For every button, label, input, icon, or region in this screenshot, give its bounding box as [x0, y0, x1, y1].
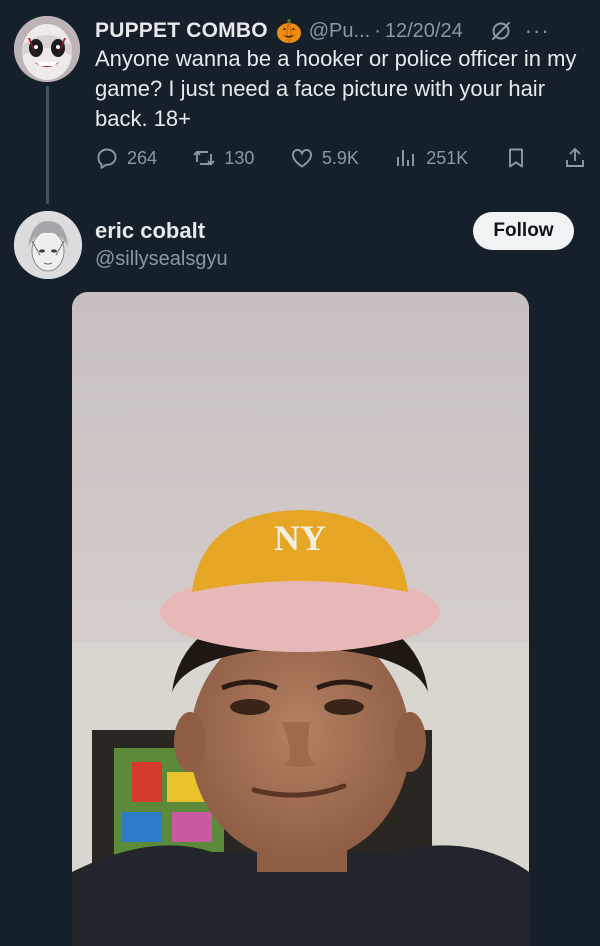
reply-count: 264	[127, 147, 158, 168]
repost-button[interactable]: 130	[192, 146, 254, 170]
bookmark-button[interactable]	[504, 146, 528, 170]
grok-icon[interactable]	[489, 19, 513, 43]
op-handle[interactable]: @Pu...	[309, 20, 370, 43]
reply-photo[interactable]: NY	[72, 292, 529, 946]
share-button[interactable]	[563, 146, 587, 170]
op-date[interactable]: 12/20/24	[385, 20, 463, 43]
tweet-action-bar: 264 130 5.9K 251K	[95, 142, 587, 174]
op-avatar[interactable]	[14, 16, 80, 82]
reply-display-name[interactable]: eric cobalt	[95, 218, 205, 244]
views-chart-icon	[397, 150, 415, 166]
selfie-photo-image: NY	[72, 292, 529, 946]
repost-count: 130	[224, 147, 255, 168]
reply-icon	[97, 148, 117, 169]
op-tweet-text: Anyone wanna be a hooker or police offic…	[95, 46, 577, 131]
header-separator: ·	[374, 19, 381, 42]
share-icon	[566, 147, 584, 167]
reply-avatar[interactable]	[14, 211, 82, 279]
sketch-portrait-image	[14, 211, 82, 279]
reply-button[interactable]: 264	[95, 146, 157, 170]
repost-icon	[193, 150, 216, 166]
like-button[interactable]: 5.9K	[290, 146, 359, 170]
more-options-icon[interactable]: ···	[525, 18, 550, 44]
view-count: 251K	[426, 147, 469, 168]
clown-mask-image	[14, 16, 80, 82]
op-tweet-header: PUPPET COMBO @Pu... · 12/20/24 ···	[95, 14, 586, 48]
follow-button[interactable]: Follow	[473, 212, 574, 250]
heart-icon	[291, 149, 312, 168]
reply-handle[interactable]: @sillysealsgyu	[95, 248, 228, 271]
op-display-name[interactable]: PUPPET COMBO	[95, 19, 268, 43]
thread-connector-line	[46, 86, 49, 204]
bookmark-icon	[508, 148, 523, 168]
like-count: 5.9K	[321, 147, 359, 168]
cap-logo: NY	[274, 518, 326, 558]
views-button[interactable]: 251K	[394, 146, 468, 170]
pumpkin-emoji-icon	[276, 19, 301, 44]
